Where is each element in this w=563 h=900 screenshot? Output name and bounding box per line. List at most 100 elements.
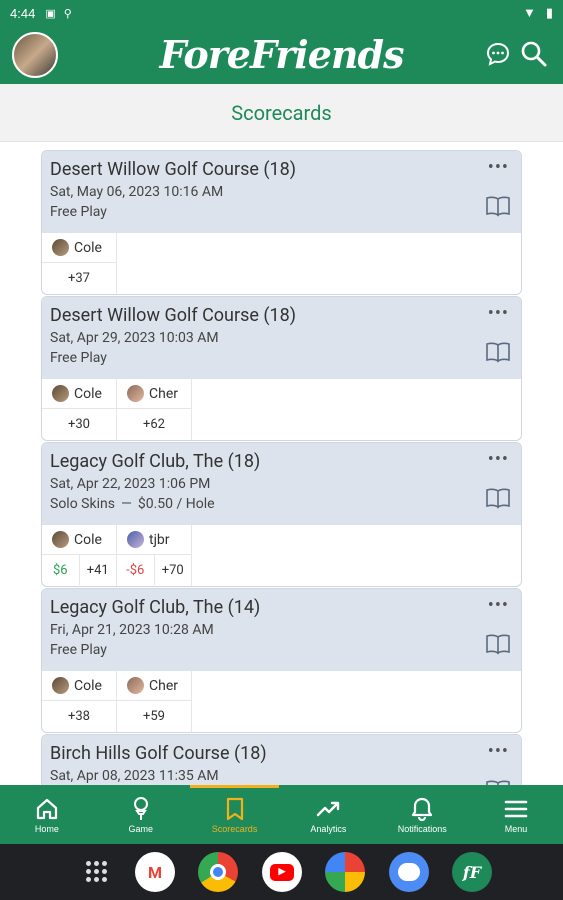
player-name: tjbr [149,531,170,548]
round-date: Sat, Apr 08, 2023 11:35 AM [50,768,219,784]
more-icon[interactable]: ••• [488,595,509,616]
search-icon[interactable] [520,40,548,68]
more-icon[interactable]: ••• [488,303,509,324]
more-icon[interactable]: ••• [488,741,509,762]
page-title: Scorecards [0,84,563,142]
more-icon[interactable]: ••• [488,157,509,178]
player-name: Cher [149,385,178,402]
player-score: +37 [68,270,90,286]
nav-home[interactable]: Home [0,785,94,844]
chat-icon[interactable] [484,40,512,68]
logo-text: ForeFriends [159,32,405,77]
player-avatar [127,531,144,548]
scorecard-header[interactable]: Legacy Golf Club, The (14) Fri, Apr 21, … [42,589,521,671]
nav-game[interactable]: Game [94,785,188,844]
nav-menu[interactable]: Menu [469,785,563,844]
book-icon[interactable] [485,195,511,217]
course-name: Legacy Golf Club, The (18) [50,451,261,472]
game-mode: Solo Skins [50,496,115,512]
player-avatar [127,385,144,402]
player-score: +59 [143,708,165,724]
gmail-icon[interactable]: M [135,852,175,892]
chrome-icon[interactable] [198,852,238,892]
scorecard[interactable]: Legacy Golf Club, The (14) Fri, Apr 21, … [41,588,522,733]
player-cell[interactable]: Cole +37 [42,233,117,294]
photos-icon[interactable] [325,852,365,892]
system-dock: M ▶ fF [0,844,563,900]
nav-label: Analytics [310,823,347,834]
player-name: Cher [149,677,178,694]
player-score: +62 [143,416,165,432]
scorecard-header[interactable]: Desert Willow Golf Course (18) Sat, May … [42,151,521,233]
round-date: Sat, May 06, 2023 10:16 AM [50,184,224,200]
status-bar: 4:44 ▣ ⚲ ▼ ▮ [0,0,563,26]
nav-analytics[interactable]: Analytics [281,785,375,844]
book-icon[interactable] [485,341,511,363]
bell-icon [412,797,433,821]
round-date: Fri, Apr 21, 2023 10:28 AM [50,622,214,638]
game-mode: Free Play [50,642,107,658]
separator: — [120,496,132,512]
player-score: +70 [161,562,184,578]
scorecard[interactable]: Desert Willow Golf Course (18) Sat, Apr … [41,296,522,441]
round-date: Sat, Apr 29, 2023 10:03 AM [50,330,219,346]
player-cell[interactable]: tjbr -$6 +70 [117,525,192,586]
course-name: Desert Willow Golf Course (18) [50,305,297,326]
player-name: Cole [74,531,102,548]
scorecard-header[interactable]: Desert Willow Golf Course (18) Sat, Apr … [42,297,521,379]
nav-label: Scorecards [211,823,258,834]
app-header: ForeFriends [0,26,563,84]
scorecard[interactable]: Desert Willow Golf Course (18) Sat, May … [41,150,522,295]
usb-icon: ⚲ [63,6,72,20]
nav-label: Menu [504,823,528,834]
youtube-icon[interactable]: ▶ [262,852,302,892]
game-mode: Free Play [50,204,107,220]
player-avatar [127,677,144,694]
player-name: Cole [74,385,102,402]
player-cell[interactable]: Cher +62 [117,379,192,440]
scorecard[interactable]: Birch Hills Golf Course (18) Sat, Apr 08… [41,734,522,785]
trending-icon [317,801,340,816]
more-icon[interactable]: ••• [488,449,509,470]
book-icon[interactable] [485,633,511,655]
stake: $0.50 / Hole [137,496,215,512]
scorecard-header[interactable]: Legacy Golf Club, The (18) Sat, Apr 22, … [42,443,521,525]
player-cell[interactable]: Cole +38 [42,671,117,732]
player-avatar [52,385,69,402]
scorecard-header[interactable]: Birch Hills Golf Course (18) Sat, Apr 08… [42,735,521,785]
player-money: -$6 [117,555,155,585]
players-row: Cole +30 Cher +62 [42,379,521,440]
forefriends-app-icon[interactable]: fF [452,852,492,892]
app-logo: ForeFriends [0,32,563,77]
bookmark-icon [226,797,243,820]
scorecards-list[interactable]: Desert Willow Golf Course (18) Sat, May … [0,142,563,785]
nav-label: Home [34,823,59,834]
player-name: Cole [74,239,102,256]
nav-scorecards[interactable]: Scorecards [188,785,282,844]
player-avatar [52,531,69,548]
book-icon[interactable] [485,487,511,509]
notification-icon: ▣ [45,6,56,20]
player-cell[interactable]: Cole $6 +41 [42,525,117,586]
battery-icon: ▮ [545,5,553,21]
player-money: $6 [42,555,80,585]
player-score: +38 [68,708,90,724]
players-row: Cole +38 Cher +59 [42,671,521,732]
player-avatar [52,239,69,256]
bottom-nav: Home Game Scorecards Analytics Notificat… [0,785,563,844]
round-date: Sat, Apr 22, 2023 1:06 PM [50,476,211,492]
player-score: +41 [86,562,109,578]
status-time: 4:44 [10,5,36,21]
course-name: Legacy Golf Club, The (14) [50,597,261,618]
scorecard[interactable]: Legacy Golf Club, The (18) Sat, Apr 22, … [41,442,522,587]
nav-notifications[interactable]: Notifications [375,785,469,844]
players-row: Cole +37 [42,233,521,294]
player-name: Cole [74,677,102,694]
player-cell[interactable]: Cher +59 [117,671,192,732]
messages-icon[interactable] [389,852,429,892]
app-drawer-icon[interactable] [86,861,108,883]
player-cell[interactable]: Cole +30 [42,379,117,440]
golf-tee-icon [133,796,148,820]
nav-label: Notifications [397,823,447,834]
player-score: +30 [68,416,90,432]
